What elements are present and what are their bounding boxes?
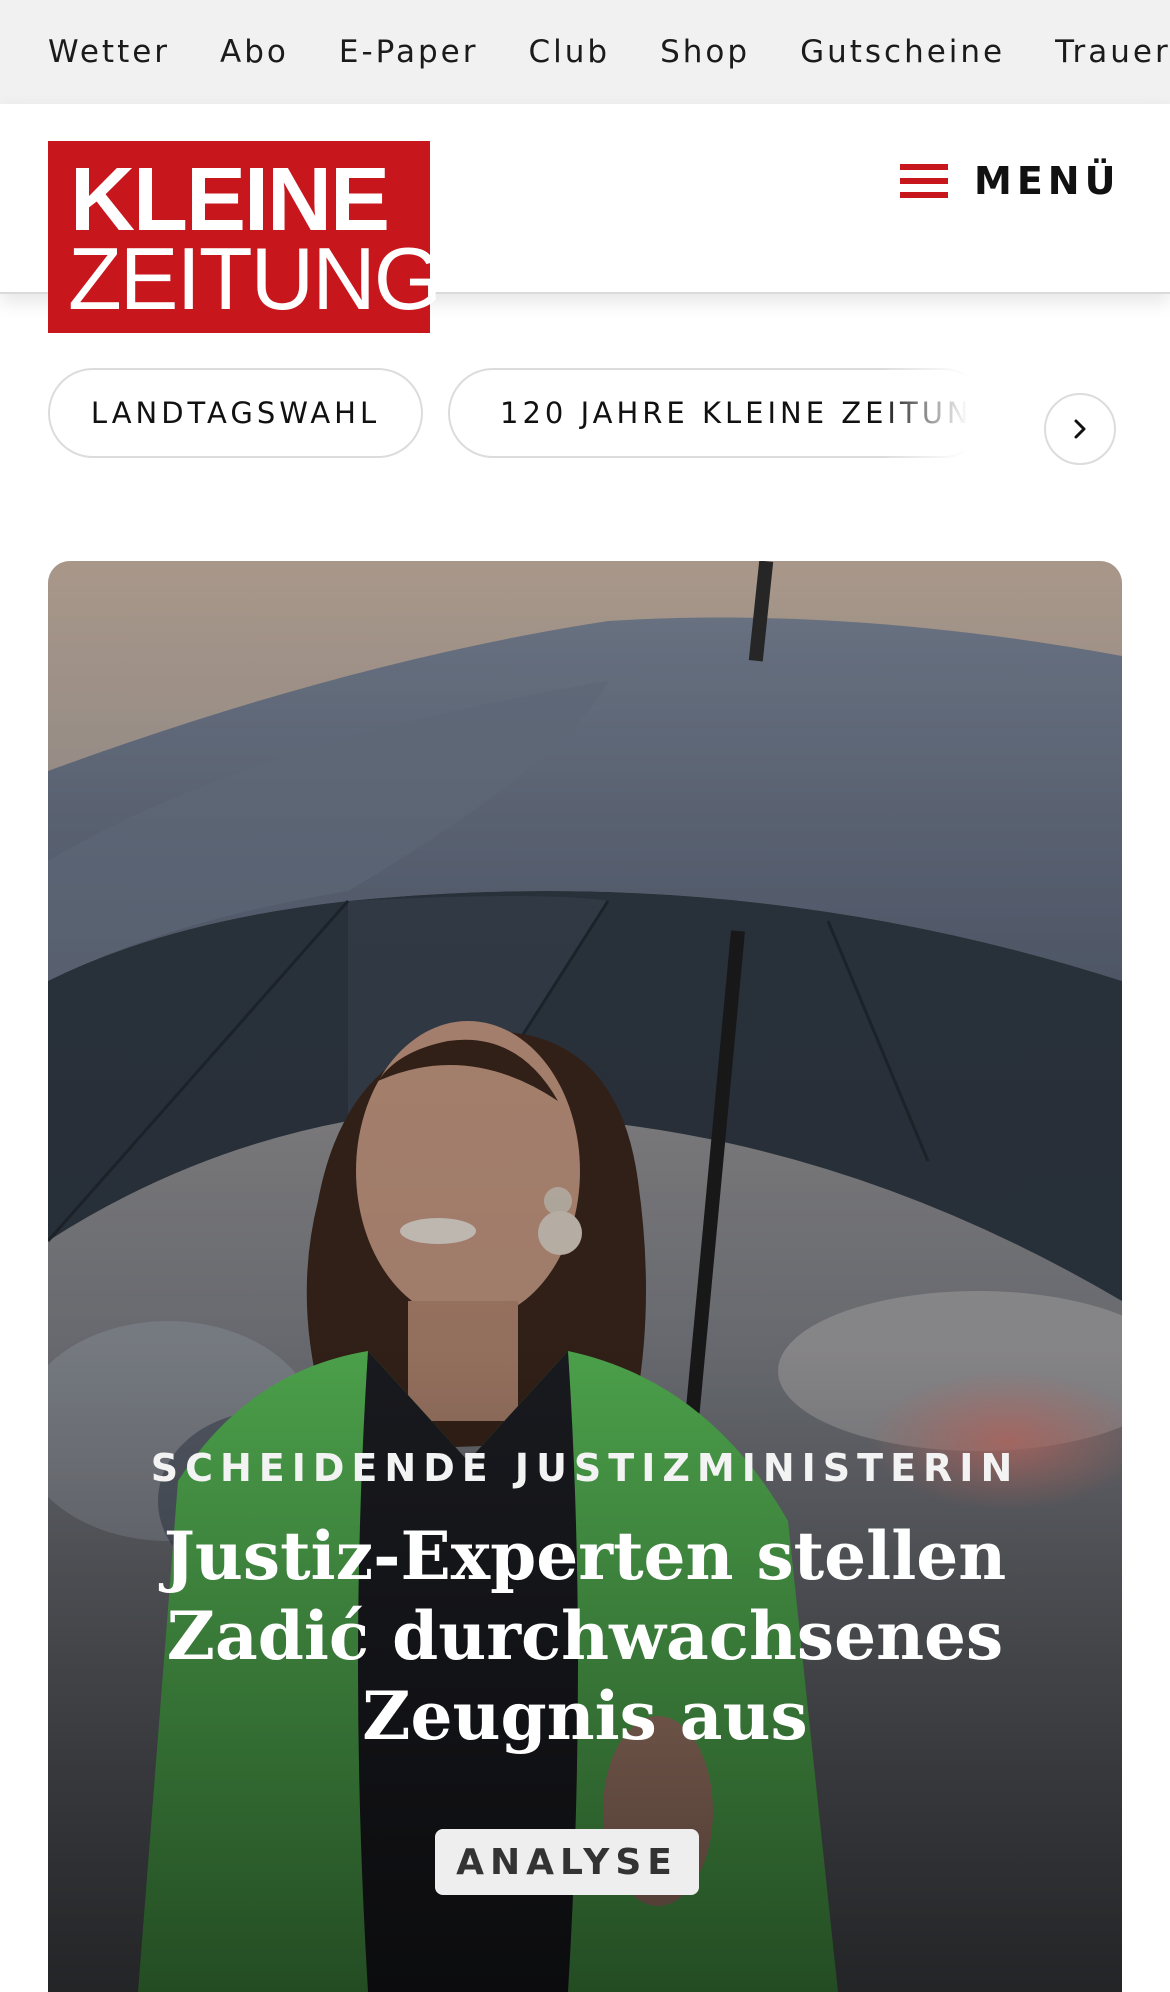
menu-button[interactable]: MENÜ (900, 156, 1120, 206)
utility-link-shop[interactable]: Shop (660, 34, 750, 70)
hero-kicker: SCHEIDENDE JUSTIZMINISTERIN (150, 1446, 1020, 1490)
logo-text-line2: ZEITUNG (68, 229, 442, 328)
utility-nav-links: Wetter Abo E-Paper Club Shop Gutscheine … (48, 0, 1170, 104)
menu-label: MENÜ (974, 159, 1121, 203)
utility-link-abo[interactable]: Abo (220, 34, 289, 70)
article-type-badge: ANALYSE (435, 1829, 699, 1895)
utility-link-club[interactable]: Club (528, 34, 610, 70)
utility-link-gutscheine[interactable]: Gutscheine (800, 34, 1005, 70)
topic-chips: LANDTAGSWAHL 120 JAHRE KLEINE ZEITUNG (0, 368, 1170, 478)
hero-text: SCHEIDENDE JUSTIZMINISTERIN Justiz-Exper… (48, 561, 1122, 1992)
utility-link-wetter[interactable]: Wetter (48, 34, 170, 70)
hamburger-icon (900, 163, 948, 199)
chevron-right-icon (1074, 419, 1086, 439)
chips-next-button[interactable] (1044, 393, 1116, 465)
utility-link-trauerportal[interactable]: Trauerportal (1055, 34, 1170, 70)
hero-article[interactable]: SCHEIDENDE JUSTIZMINISTERIN Justiz-Exper… (48, 561, 1122, 1992)
topic-chip-landtagswahl[interactable]: LANDTAGSWAHL (48, 368, 423, 458)
hero-headline[interactable]: Justiz-Experten stellen Zadić durchwachs… (138, 1516, 1032, 1756)
utility-nav: Wetter Abo E-Paper Club Shop Gutscheine … (0, 0, 1170, 104)
site-logo[interactable]: KLEINE ZEITUNG (48, 141, 442, 333)
utility-link-epaper[interactable]: E-Paper (339, 34, 479, 70)
topic-chip-120-jahre[interactable]: 120 JAHRE KLEINE ZEITUNG (448, 368, 988, 458)
